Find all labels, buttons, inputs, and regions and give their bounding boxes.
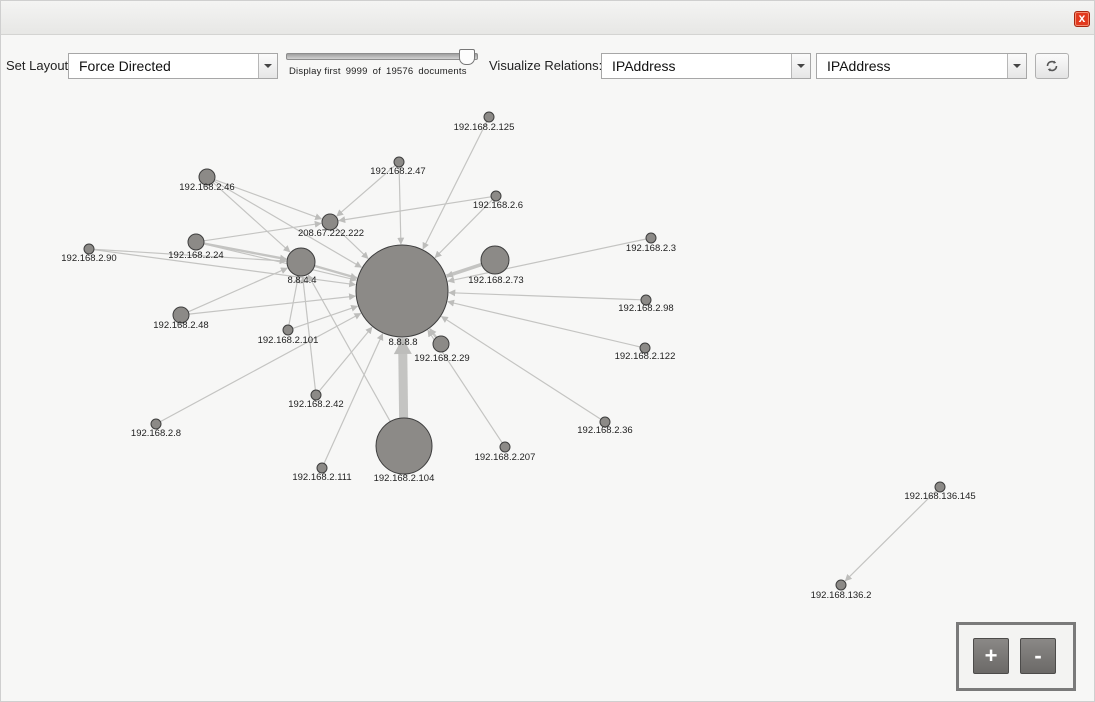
graph-edge bbox=[844, 490, 937, 582]
refresh-button[interactable] bbox=[1035, 53, 1069, 79]
graph-node-label: 192.168.2.3 bbox=[626, 243, 676, 254]
graph-node-label: 192.168.2.6 bbox=[473, 200, 523, 211]
relation-to-select[interactable]: IPAddress bbox=[816, 53, 1027, 79]
graph-node-label: 192.168.2.36 bbox=[577, 425, 632, 436]
window-titlebar: x bbox=[1, 1, 1094, 35]
relation-from-value: IPAddress bbox=[612, 58, 676, 74]
document-count-slider[interactable] bbox=[286, 53, 478, 60]
graph-edge bbox=[299, 276, 316, 391]
graph-node-circle[interactable] bbox=[187, 233, 205, 251]
graph-node[interactable]: 192.168.2.111 bbox=[292, 462, 352, 483]
graph-node-label: 192.168.2.207 bbox=[475, 452, 536, 463]
graph-node[interactable]: 192.168.2.125 bbox=[454, 111, 515, 133]
graph-node[interactable]: 192.168.136.145 bbox=[904, 481, 976, 502]
graph-node-label: 192.168.2.90 bbox=[61, 253, 116, 264]
graph-node-label: 192.168.2.122 bbox=[615, 351, 676, 362]
graph-node-circle[interactable] bbox=[480, 245, 510, 275]
graph-node[interactable]: 8.8.4.4 bbox=[286, 247, 317, 286]
graph-node-label: 192.168.2.101 bbox=[258, 335, 319, 346]
slider-handle[interactable] bbox=[458, 49, 475, 65]
graph-node-label: 192.168.2.8 bbox=[131, 428, 181, 439]
graph-edge bbox=[397, 166, 405, 245]
graph-node[interactable]: 192.168.2.36 bbox=[577, 416, 633, 436]
chevron-down-icon[interactable] bbox=[1007, 54, 1026, 78]
graph-node[interactable]: 8.8.8.8 bbox=[355, 244, 449, 348]
graph-node-label: 192.168.2.46 bbox=[179, 182, 234, 193]
graph-edge bbox=[428, 328, 438, 339]
graph-node-circle[interactable] bbox=[645, 232, 657, 244]
chevron-down-icon[interactable] bbox=[791, 54, 810, 78]
chevron-down-icon[interactable] bbox=[258, 54, 277, 78]
graph-node[interactable]: 192.168.2.98 bbox=[618, 294, 674, 314]
graph-edge bbox=[448, 289, 642, 301]
set-layout-label: Set Layout: bbox=[6, 58, 72, 73]
layout-select[interactable]: Force Directed bbox=[68, 53, 278, 79]
graph-node-label: 192.168.2.104 bbox=[374, 473, 435, 484]
graph-edge bbox=[318, 326, 373, 392]
graph-edge bbox=[338, 196, 492, 224]
slider-caption-of: of bbox=[372, 66, 381, 77]
graph-node-label: 192.168.2.73 bbox=[468, 275, 523, 286]
layout-select-value: Force Directed bbox=[79, 58, 171, 74]
zoom-controls: + - bbox=[956, 622, 1076, 691]
close-button[interactable]: x bbox=[1074, 11, 1090, 27]
graph-node[interactable]: 192.168.2.46 bbox=[179, 168, 235, 193]
graph-node-label: 8.8.4.4 bbox=[287, 275, 316, 286]
graph-edge bbox=[422, 121, 488, 250]
slider-shown-count: 9999 bbox=[345, 66, 368, 77]
graph-node-circle[interactable] bbox=[355, 244, 449, 338]
graph-node-label: 192.168.2.48 bbox=[153, 320, 208, 331]
graph-node-label: 192.168.2.47 bbox=[370, 166, 425, 177]
graph-node-circle[interactable] bbox=[286, 247, 316, 277]
graph-node-circle[interactable] bbox=[499, 441, 511, 453]
slider-caption-suffix: documents bbox=[418, 66, 467, 77]
zoom-out-button[interactable]: - bbox=[1020, 638, 1056, 674]
graph-edge bbox=[447, 299, 641, 348]
graph-node[interactable]: 192.168.2.47 bbox=[370, 156, 426, 177]
graph-node-circle[interactable] bbox=[835, 579, 847, 591]
graph-node-circle[interactable] bbox=[282, 324, 294, 336]
relation-from-select[interactable]: IPAddress bbox=[601, 53, 811, 79]
visualize-relations-label: Visualize Relations: bbox=[489, 58, 603, 73]
graph-node-label: 192.168.2.42 bbox=[288, 399, 343, 410]
graph-node[interactable]: 192.168.136.2 bbox=[811, 579, 872, 601]
graph-node-label: 192.168.136.145 bbox=[904, 491, 975, 502]
graph-node[interactable]: 192.168.2.104 bbox=[374, 417, 435, 484]
graph-node-label: 192.168.2.24 bbox=[168, 250, 223, 261]
graph-node-label: 192.168.2.29 bbox=[414, 353, 469, 364]
graph-node[interactable]: 192.168.2.122 bbox=[615, 342, 676, 362]
graph-node-circle[interactable] bbox=[483, 111, 495, 123]
graph-node-label: 8.8.8.8 bbox=[388, 337, 417, 348]
graph-edge bbox=[188, 293, 356, 315]
close-icon: x bbox=[1078, 11, 1086, 25]
graph-edge bbox=[292, 304, 359, 329]
graph-node[interactable]: 192.168.2.24 bbox=[168, 233, 224, 261]
network-graph[interactable]: 192.168.2.125 192.168.2.47 192.168.2.46 192… bbox=[0, 90, 1095, 702]
graph-node-circle[interactable] bbox=[375, 417, 433, 475]
graph-node-label: 192.168.2.111 bbox=[292, 472, 351, 483]
graph-node[interactable]: 192.168.2.207 bbox=[475, 441, 536, 463]
graph-node[interactable]: 192.168.2.90 bbox=[61, 243, 117, 264]
slider-caption-prefix: Display first bbox=[289, 66, 341, 77]
zoom-in-button[interactable]: + bbox=[973, 638, 1009, 674]
graph-node-label: 192.168.136.2 bbox=[811, 590, 872, 601]
graph-node[interactable]: 192.168.2.3 bbox=[626, 232, 676, 254]
graph-node[interactable]: 192.168.2.42 bbox=[288, 389, 344, 410]
graph-node-circle[interactable] bbox=[432, 335, 450, 353]
graph-node[interactable]: 192.168.2.29 bbox=[414, 335, 470, 364]
graph-node[interactable]: 192.168.2.48 bbox=[153, 306, 209, 331]
refresh-icon bbox=[1046, 60, 1058, 72]
graph-edge bbox=[213, 180, 363, 268]
slider-total-count: 19576 bbox=[385, 66, 414, 77]
graph-node[interactable]: 192.168.2.6 bbox=[473, 190, 523, 211]
slider-caption: Display first 9999 of 19576 documents bbox=[289, 66, 472, 77]
graph-node-label: 192.168.2.125 bbox=[454, 122, 515, 133]
graph-node[interactable]: 192.168.2.8 bbox=[131, 418, 181, 439]
graph-nodes: 192.168.2.125 192.168.2.47 192.168.2.46 192… bbox=[61, 111, 976, 601]
graph-node[interactable]: 192.168.2.101 bbox=[258, 324, 319, 346]
relation-to-value: IPAddress bbox=[827, 58, 891, 74]
graph-node-label: 192.168.2.98 bbox=[618, 303, 673, 314]
graph-node-label: 208.67.222.222 bbox=[298, 228, 364, 239]
